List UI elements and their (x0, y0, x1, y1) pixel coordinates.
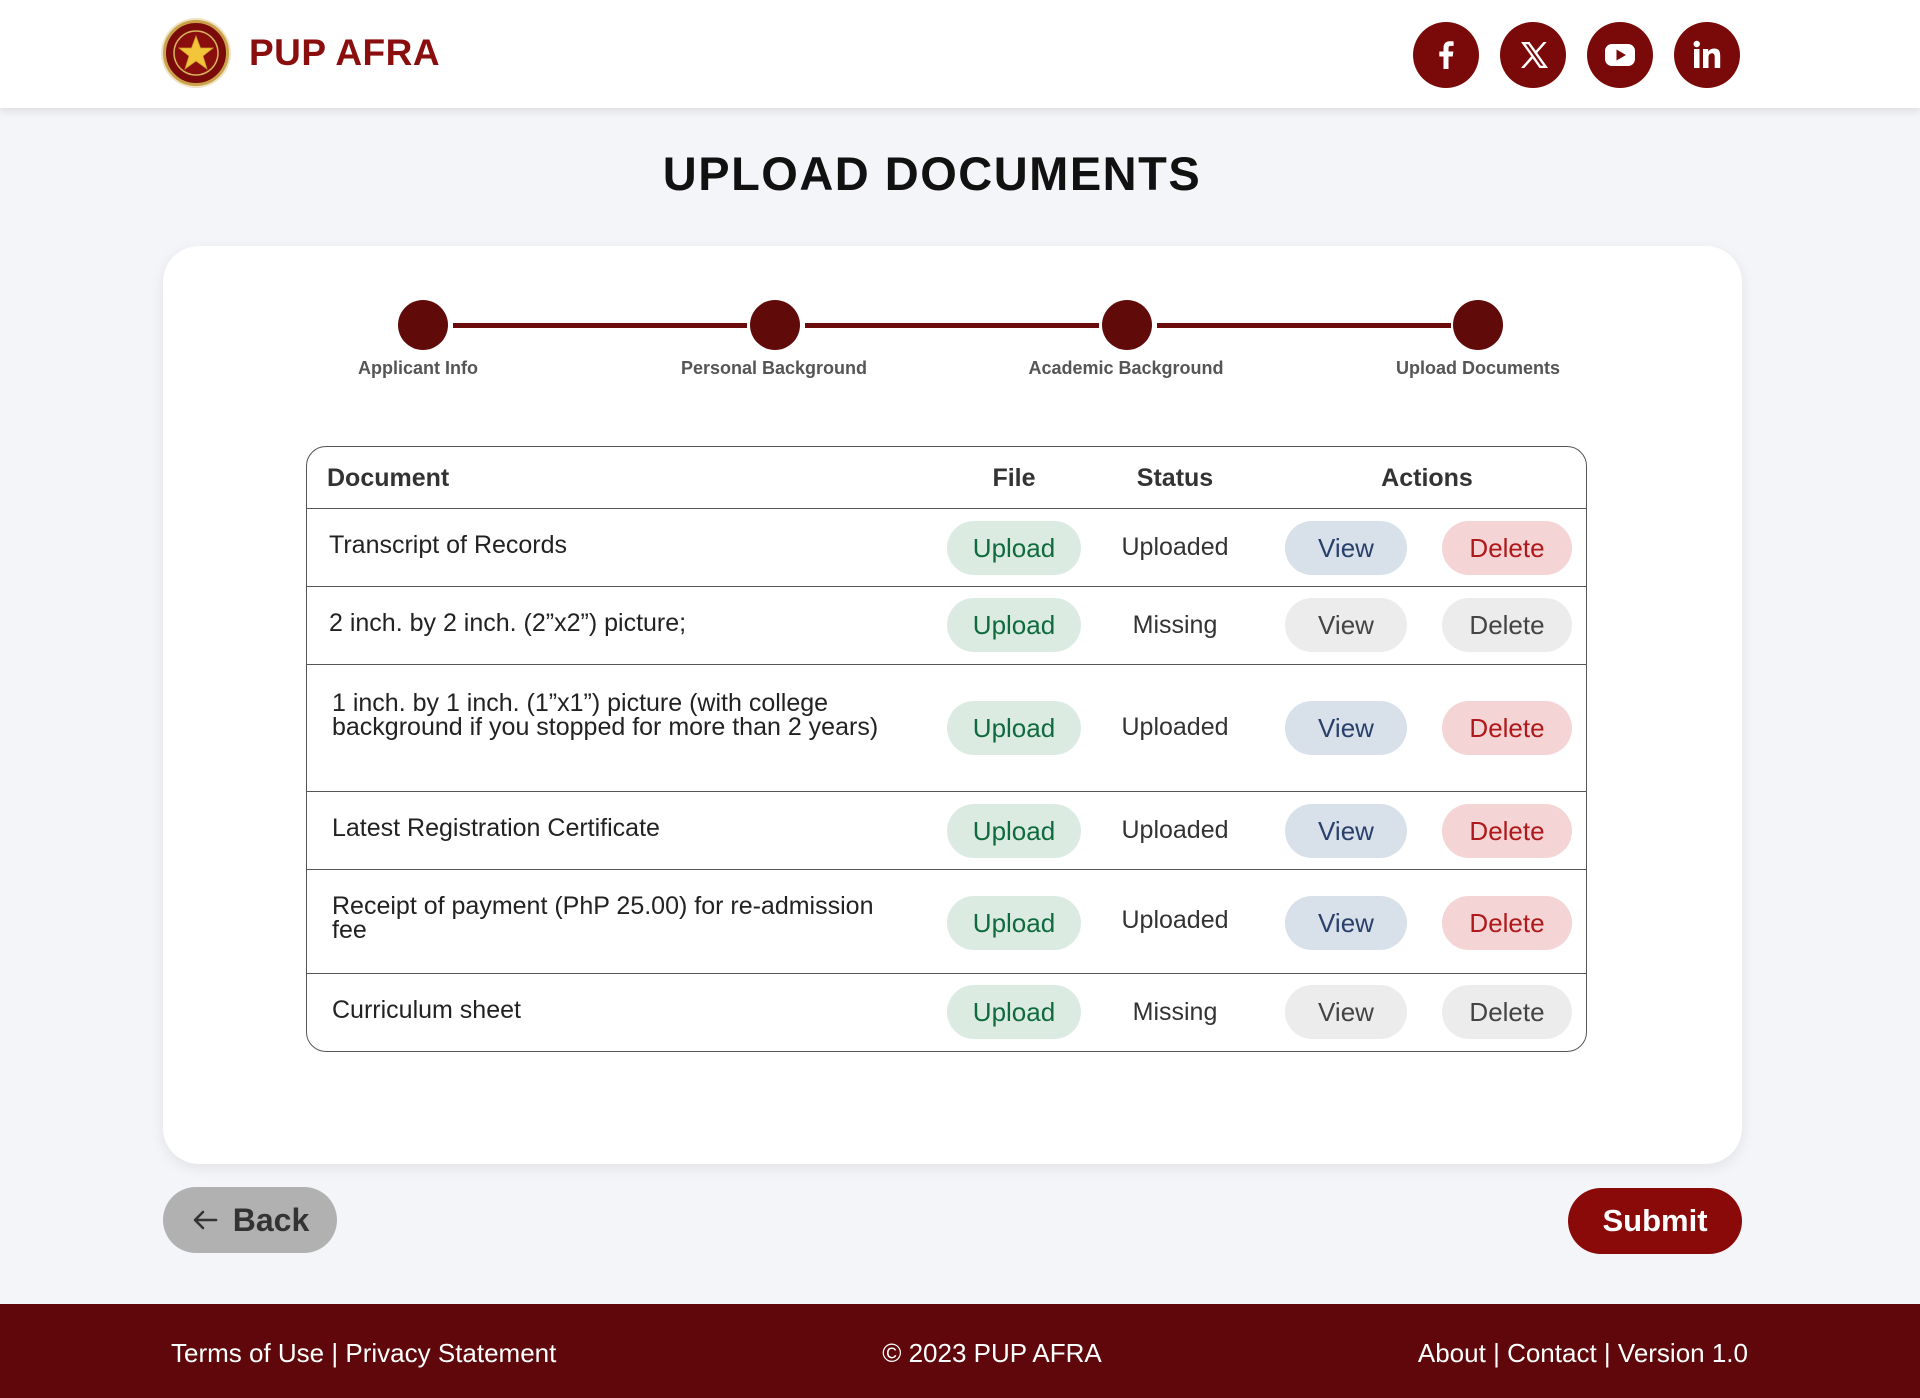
upload-button[interactable]: Upload (947, 521, 1081, 575)
footer-info-links: About | Contact | Version 1.0 (1418, 1338, 1748, 1369)
facebook-icon (1439, 41, 1454, 69)
x-link[interactable] (1500, 22, 1566, 88)
footer-separator: | (1493, 1338, 1500, 1368)
document-name: Curriculum sheet (332, 996, 521, 1024)
page-title: UPLOAD DOCUMENTS (662, 147, 1202, 200)
youtube-icon (1605, 44, 1635, 66)
upload-button[interactable]: Upload (947, 896, 1081, 950)
status-text: Uploaded (1121, 816, 1229, 844)
header: PUP AFRA (0, 0, 1920, 108)
footer-separator: | (1603, 1338, 1611, 1368)
delete-button[interactable]: Delete (1442, 598, 1572, 652)
delete-button[interactable]: Delete (1442, 701, 1572, 755)
linkedin-icon (1693, 40, 1721, 68)
back-button[interactable]: Back (163, 1187, 337, 1253)
status-text: Uploaded (1121, 533, 1229, 561)
table-row: Transcript of Records Upload Uploaded Vi… (307, 509, 1586, 587)
document-name: Latest Registration Certificate (332, 814, 660, 842)
version-text: Version 1.0 (1617, 1338, 1748, 1368)
view-button[interactable]: View (1285, 521, 1407, 575)
footer: Terms of Use | Privacy Statement © 2023 … (0, 1304, 1920, 1398)
x-icon (1521, 42, 1548, 68)
step-label-academic-background: Academic Background (1028, 358, 1224, 378)
upload-button[interactable]: Upload (947, 985, 1081, 1039)
progress-stepper: Applicant Info Personal Background Acade… (163, 246, 1742, 386)
view-button[interactable]: View (1285, 701, 1407, 755)
header-actions: Actions (1381, 464, 1473, 492)
contact-link[interactable]: Contact (1507, 1338, 1597, 1368)
linkedin-link[interactable] (1674, 22, 1740, 88)
step-label-applicant-info: Applicant Info (358, 358, 478, 378)
status-text: Missing (1132, 611, 1218, 639)
status-text: Missing (1132, 998, 1218, 1026)
documents-table: Document File Status Actions Transcript … (306, 446, 1587, 1052)
delete-button[interactable]: Delete (1442, 896, 1572, 950)
step-dot-applicant-info[interactable] (398, 300, 448, 350)
header-status: Status (1136, 464, 1214, 492)
step-label-personal-background: Personal Background (680, 358, 868, 378)
delete-button[interactable]: Delete (1442, 985, 1572, 1039)
header-file: File (992, 464, 1036, 492)
upload-button[interactable]: Upload (947, 804, 1081, 858)
step-dot-academic-background[interactable] (1102, 300, 1152, 350)
upload-button[interactable]: Upload (947, 598, 1081, 652)
delete-button[interactable]: Delete (1442, 804, 1572, 858)
facebook-link[interactable] (1413, 22, 1479, 88)
status-text: Uploaded (1121, 906, 1229, 934)
table-row: Receipt of payment (PhP 25.00) for re-ad… (307, 870, 1586, 974)
upload-button[interactable]: Upload (947, 701, 1081, 755)
table-row: 2 inch. by 2 inch. (2”x2”) picture; Uplo… (307, 587, 1586, 665)
step-connector (1157, 323, 1451, 328)
status-text: Uploaded (1121, 713, 1229, 741)
youtube-link[interactable] (1587, 22, 1653, 88)
step-connector (453, 323, 747, 328)
document-name: 2 inch. by 2 inch. (2”x2”) picture; (329, 609, 687, 637)
step-label-upload-documents: Upload Documents (1395, 358, 1560, 378)
table-row: 1 inch. by 1 inch. (1”x1”) picture (with… (307, 665, 1586, 792)
upload-card: Applicant Info Personal Background Acade… (163, 246, 1742, 1164)
step-dot-personal-background[interactable] (750, 300, 800, 350)
social-links (1413, 22, 1740, 88)
table-row: Latest Registration Certificate Upload U… (307, 792, 1586, 870)
table-row: Curriculum sheet Upload Missing View Del… (307, 974, 1586, 1051)
table-header: Document File Status Actions (307, 447, 1586, 509)
view-button[interactable]: View (1285, 804, 1407, 858)
step-dot-upload-documents[interactable] (1453, 300, 1503, 350)
document-name: Receipt of payment (PhP 25.00) for re-ad… (332, 892, 874, 944)
header-document: Document (327, 464, 450, 492)
view-button[interactable]: View (1285, 896, 1407, 950)
document-name: Transcript of Records (329, 531, 568, 559)
step-connector (805, 323, 1099, 328)
pup-seal-logo (163, 20, 229, 86)
view-button[interactable]: View (1285, 598, 1407, 652)
delete-button[interactable]: Delete (1442, 521, 1572, 575)
document-name: 1 inch. by 1 inch. (1”x1”) picture (with… (332, 689, 879, 741)
view-button[interactable]: View (1285, 985, 1407, 1039)
back-label: Back (232, 1201, 310, 1238)
about-link[interactable]: About (1418, 1338, 1486, 1368)
arrow-left-icon (193, 1210, 218, 1230)
brand-name: PUP AFRA (249, 32, 441, 73)
brand[interactable]: PUP AFRA (163, 20, 440, 86)
submit-button[interactable]: Submit (1568, 1188, 1742, 1254)
